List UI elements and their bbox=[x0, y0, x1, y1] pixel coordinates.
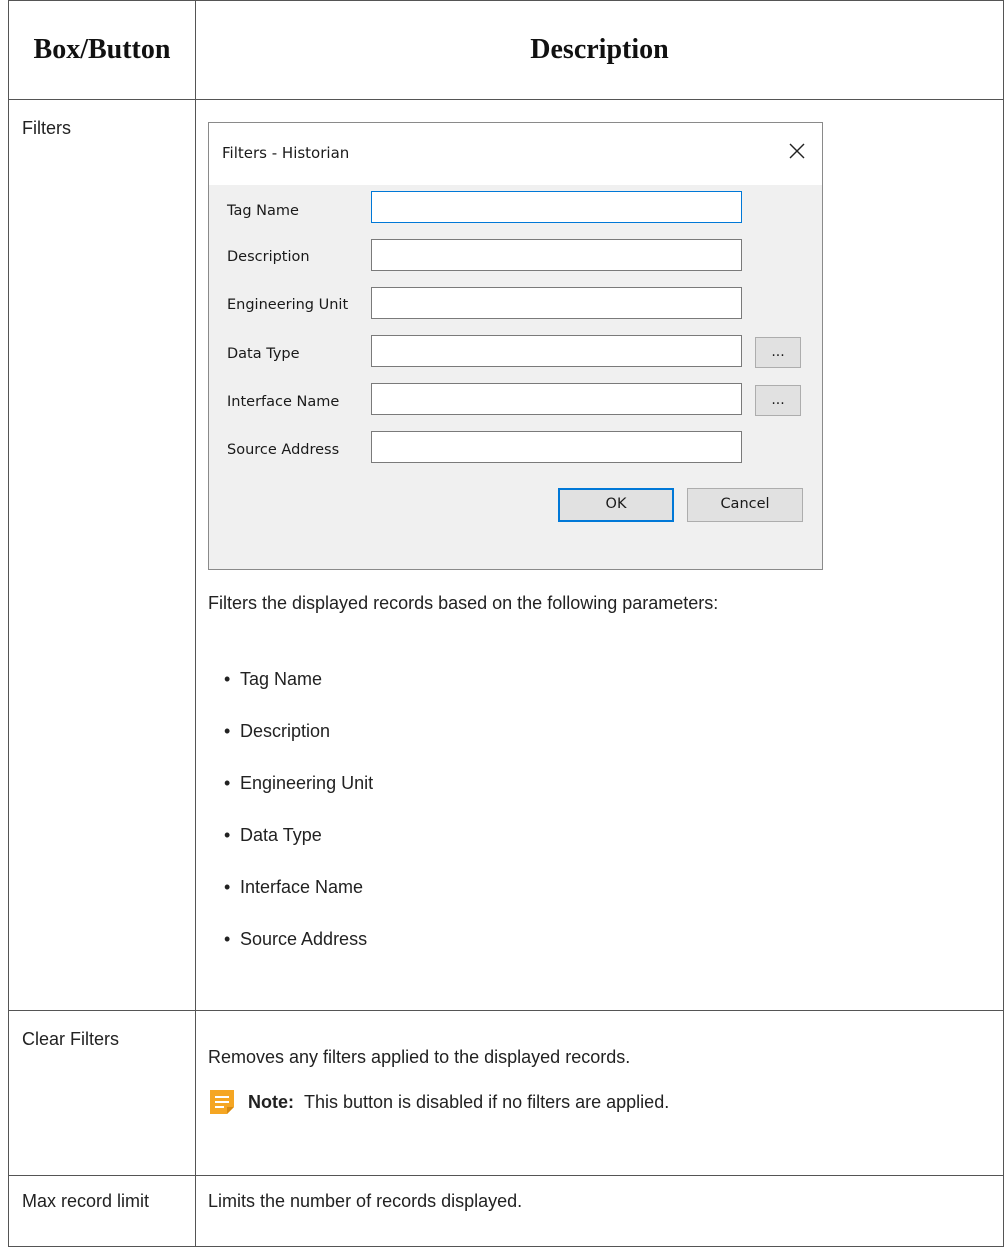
list-item: • Engineering Unit bbox=[224, 772, 374, 793]
list-item-text: Source Address bbox=[240, 928, 368, 949]
tag-name-label: Tag Name bbox=[227, 202, 299, 219]
source-address-input[interactable] bbox=[371, 430, 742, 463]
description-label: Description bbox=[227, 248, 310, 265]
row-name-max-record-limit: Max record limit bbox=[8, 1174, 196, 1247]
note-icon bbox=[210, 1090, 234, 1115]
clear-filters-text: Removes any filters applied to the displ… bbox=[208, 1047, 631, 1068]
dialog-titlebar: Filters - Historian bbox=[209, 122, 822, 185]
interface-name-browse-button[interactable]: ... bbox=[755, 384, 801, 416]
engineering-unit-input[interactable] bbox=[371, 286, 742, 319]
header-description: Description bbox=[195, 0, 1004, 100]
note-label: Note: bbox=[248, 1091, 294, 1112]
interface-name-label: Interface Name bbox=[227, 393, 340, 410]
tag-name-input[interactable] bbox=[371, 190, 742, 223]
ok-button[interactable]: OK bbox=[558, 487, 674, 522]
row-description-max-record-limit: Limits the number of records displayed. bbox=[195, 1174, 1004, 1247]
table-row-filters: Filters Filters - Historian Tag Name Des… bbox=[8, 98, 1004, 1012]
source-address-label: Source Address bbox=[227, 441, 340, 458]
interface-name-input[interactable] bbox=[371, 382, 742, 415]
row-name-clear-filters: Clear Filters bbox=[8, 1010, 196, 1176]
row-description-clear-filters: Removes any filters applied to the displ… bbox=[195, 1010, 1004, 1176]
data-type-browse-button[interactable]: ... bbox=[755, 336, 801, 368]
list-item: • Tag Name bbox=[224, 668, 323, 689]
row-description-filters: Filters - Historian Tag Name Description… bbox=[195, 98, 1004, 1012]
list-item: • Description bbox=[224, 720, 331, 741]
engineering-unit-label: Engineering Unit bbox=[227, 296, 349, 313]
table-row-clear-filters: Clear Filters Removes any filters applie… bbox=[8, 1010, 1004, 1176]
max-record-limit-text: Limits the number of records displayed. bbox=[208, 1190, 523, 1211]
table-header-row: Box/Button Description bbox=[8, 0, 1004, 100]
filters-dialog: Filters - Historian Tag Name Description… bbox=[208, 121, 823, 570]
list-item-text: Description bbox=[240, 720, 331, 741]
data-type-label: Data Type bbox=[227, 345, 300, 362]
list-item-text: Tag Name bbox=[240, 668, 323, 689]
description-table: Box/Button Description Filters Filters -… bbox=[8, 0, 1004, 1247]
dialog-title: Filters - Historian bbox=[222, 143, 350, 162]
description-input[interactable] bbox=[371, 238, 742, 271]
filters-intro-text: Filters the displayed records based on t… bbox=[208, 592, 719, 613]
list-item-text: Data Type bbox=[240, 824, 322, 845]
table-row-max-record-limit: Max record limit Limits the number of re… bbox=[8, 1174, 1004, 1247]
list-item: • Data Type bbox=[224, 824, 322, 845]
list-item-text: Interface Name bbox=[240, 876, 364, 897]
close-icon[interactable] bbox=[785, 139, 809, 163]
list-item: • Source Address bbox=[224, 928, 368, 949]
cancel-button[interactable]: Cancel bbox=[687, 487, 803, 522]
list-item: • Interface Name bbox=[224, 876, 364, 897]
row-name-filters: Filters bbox=[8, 98, 196, 1012]
note-text: This button is disabled if no filters ar… bbox=[304, 1091, 670, 1112]
list-item-text: Engineering Unit bbox=[240, 772, 374, 793]
header-box-button: Box/Button bbox=[8, 0, 196, 100]
note-block: Note: This button is disabled if no filt… bbox=[208, 1088, 669, 1116]
data-type-input[interactable] bbox=[371, 334, 742, 367]
